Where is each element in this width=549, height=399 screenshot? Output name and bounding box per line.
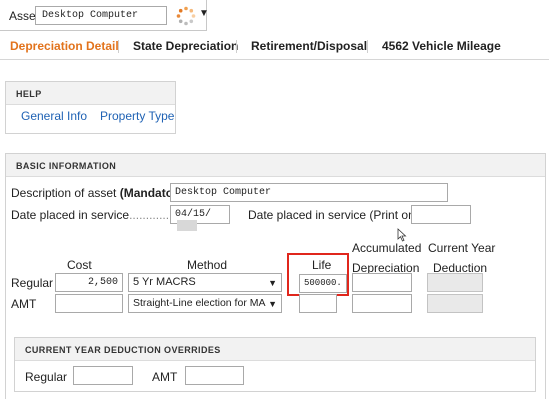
help-panel-title: HELP xyxy=(6,82,175,105)
basic-information-title: BASIC INFORMATION xyxy=(6,154,545,177)
general-info-link[interactable]: General Info xyxy=(21,109,87,123)
redacted-block xyxy=(177,220,197,231)
amt-method-value: Straight-Line election for MACI xyxy=(133,297,276,309)
date-print-input[interactable] xyxy=(411,205,471,224)
tab-divider xyxy=(367,40,368,53)
regular-life-input[interactable]: 500000. xyxy=(299,274,347,293)
tab-state-depreciation[interactable]: State Depreciation xyxy=(133,39,238,53)
asset-bar: Asset ... Desktop Computer ▼ xyxy=(0,0,209,31)
property-type-link[interactable]: Property Type xyxy=(100,109,174,123)
override-amt-input[interactable] xyxy=(185,366,244,385)
chevron-down-icon[interactable]: ▼ xyxy=(199,8,209,19)
tab-divider xyxy=(236,40,237,53)
regular-accumulated-input[interactable] xyxy=(352,273,412,292)
tab-divider xyxy=(118,40,119,53)
regular-cost-input[interactable]: 2,500 xyxy=(55,273,123,292)
override-regular-input[interactable] xyxy=(73,366,133,385)
life-header: Life xyxy=(312,258,332,272)
loading-spinner-icon xyxy=(176,6,196,26)
date-placed-input[interactable]: 04/15/ xyxy=(170,205,230,231)
mouse-cursor-icon xyxy=(397,228,407,242)
description-input[interactable]: Desktop Computer xyxy=(170,183,448,202)
amt-method-select[interactable]: Straight-Line election for MACI ▼ xyxy=(128,294,282,313)
asset-field[interactable]: Desktop Computer xyxy=(35,6,167,25)
regular-method-value: 5 Yr MACRS xyxy=(133,276,196,288)
help-panel: HELP General Info Property Type xyxy=(5,81,176,134)
tab-retirement-disposal[interactable]: Retirement/Disposal xyxy=(251,39,367,53)
chevron-down-icon: ▼ xyxy=(266,299,277,309)
current-year-header: Current Year xyxy=(428,241,496,255)
method-header: Method xyxy=(187,258,228,272)
tab-bar: Depreciation Detail State Depreciation R… xyxy=(0,31,549,60)
regular-row-label: Regular xyxy=(11,276,54,290)
cost-header: Cost xyxy=(67,258,92,272)
amt-life-input[interactable] xyxy=(299,294,337,313)
chevron-down-icon: ▼ xyxy=(268,278,277,288)
tab-4562-vehicle-mileage[interactable]: 4562 Vehicle Mileage xyxy=(382,39,501,53)
accumulated-header: Accumulated xyxy=(352,241,422,255)
amt-row-label: AMT xyxy=(11,297,37,311)
regular-method-select[interactable]: 5 Yr MACRS ▼ xyxy=(128,273,282,292)
override-amt-label: AMT xyxy=(152,370,178,384)
tab-depreciation-detail[interactable]: Depreciation Detail xyxy=(10,39,119,53)
override-regular-label: Regular xyxy=(25,370,68,384)
overrides-title: CURRENT YEAR DEDUCTION OVERRIDES xyxy=(15,338,535,361)
regular-current-year-field xyxy=(427,273,483,292)
amt-current-year-field xyxy=(427,294,483,313)
amt-accumulated-input[interactable] xyxy=(352,294,412,313)
amt-cost-input[interactable] xyxy=(55,294,123,313)
overrides-panel: CURRENT YEAR DEDUCTION OVERRIDES Regular… xyxy=(14,337,536,392)
